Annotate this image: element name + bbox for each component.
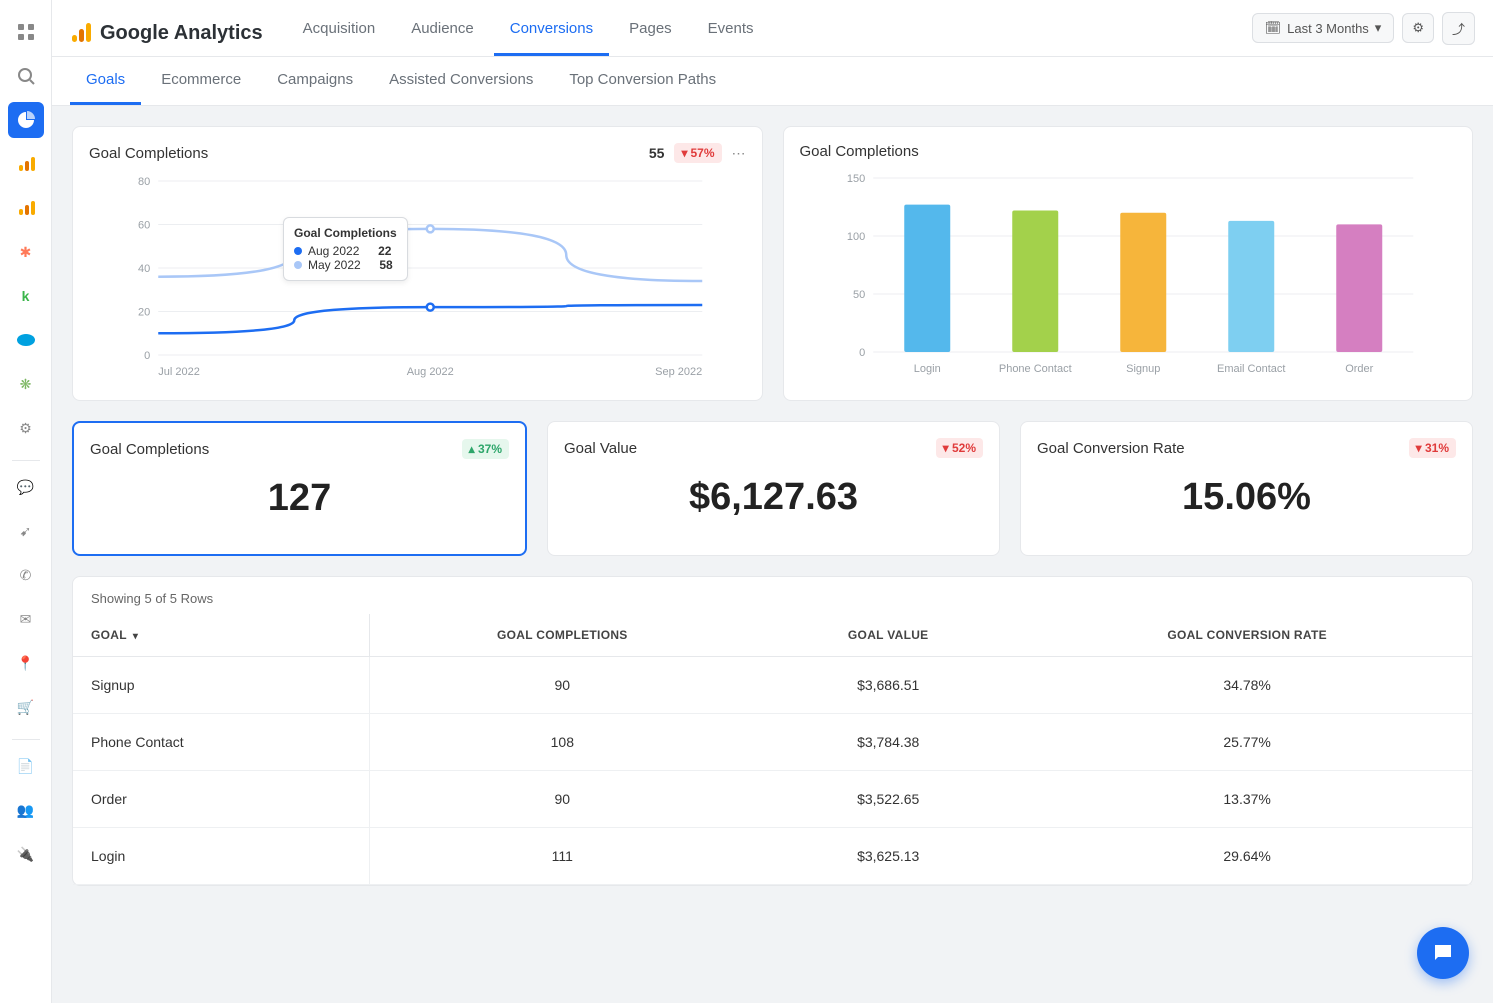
svg-text:Login: Login (913, 363, 940, 375)
brand-title: Google Analytics (100, 22, 263, 45)
table-row[interactable]: Signup90$3,686.5134.78% (73, 657, 1472, 714)
svg-text:100: 100 (846, 231, 864, 243)
svg-text:50: 50 (853, 289, 865, 301)
table-row[interactable]: Order90$3,522.6513.37% (73, 771, 1472, 828)
topbar: Google Analytics Acquisition Audience Co… (52, 0, 1493, 57)
bar-chart-card: Goal Completions 0 50 100 150 Login Phone Con… (783, 126, 1474, 401)
svg-text:0: 0 (859, 347, 865, 359)
bar-chart-title: Goal Completions (800, 143, 919, 160)
kpi-value: 127 (90, 477, 509, 520)
sidebar-divider (12, 460, 40, 461)
tab-pages[interactable]: Pages (613, 10, 688, 56)
svg-text:40: 40 (138, 263, 150, 275)
settings-gear-icon[interactable]: ⚙ (8, 410, 44, 446)
goals-table-card: Showing 5 of 5 Rows GOALGOAL COMPLETIONS… (72, 576, 1473, 886)
line-chart-title: Goal Completions (89, 145, 208, 162)
kpi-card-1[interactable]: Goal Value ▾ 52% $6,127.63 (547, 421, 1000, 556)
subtab-goals[interactable]: Goals (70, 57, 141, 105)
table-row[interactable]: Login111$3,625.1329.64% (73, 828, 1472, 885)
pin-icon[interactable]: 📍 (8, 645, 44, 681)
settings-sliders-button[interactable]: ⚙ (1402, 13, 1434, 43)
svg-text:Jul 2022: Jul 2022 (158, 366, 200, 378)
svg-text:80: 80 (138, 176, 150, 188)
goals-table: GOALGOAL COMPLETIONSGOAL VALUEGOAL CONVE… (73, 614, 1472, 885)
kpi-title: Goal Value (564, 440, 637, 457)
tab-events[interactable]: Events (692, 10, 770, 56)
chart-tooltip: Goal Completions Aug 2022 22 May 2022 58 (283, 217, 408, 281)
help-chat-button[interactable] (1417, 927, 1469, 979)
tab-conversions[interactable]: Conversions (494, 10, 609, 56)
svg-text:20: 20 (138, 307, 150, 319)
cart-icon[interactable]: 🛒 (8, 689, 44, 725)
kpi-delta-badge: ▾ 52% (936, 438, 983, 458)
compass-icon[interactable]: ➹ (8, 513, 44, 549)
kpi-title: Goal Completions (90, 441, 209, 458)
svg-text:Signup: Signup (1126, 363, 1160, 375)
share-button[interactable]: ⤴ (1442, 12, 1475, 45)
left-sidebar: ✱ k ❋ ⚙ 💬 ➹ ✆ ✉ 📍 🛒 📄 👥 🔌 (0, 0, 52, 1003)
kpi-card-0[interactable]: Goal Completions ▴ 37% 127 (72, 421, 527, 556)
k-icon[interactable]: k (8, 278, 44, 314)
line-chart-value: 55 (649, 145, 665, 161)
table-header[interactable]: GOAL COMPLETIONS (370, 614, 754, 657)
svg-text:Sep 2022: Sep 2022 (655, 366, 702, 378)
salesforce-icon[interactable] (8, 322, 44, 358)
apps-icon[interactable] (8, 14, 44, 50)
sprout-icon[interactable]: ❋ (8, 366, 44, 402)
hubspot-icon[interactable]: ✱ (8, 234, 44, 270)
phone-icon[interactable]: ✆ (8, 557, 44, 593)
subtab-campaigns[interactable]: Campaigns (261, 57, 369, 105)
tab-acquisition[interactable]: Acquisition (287, 10, 392, 56)
sidebar-divider (12, 739, 40, 740)
date-range-label: Last 3 Months (1287, 21, 1369, 36)
kpi-value: 15.06% (1037, 476, 1456, 519)
svg-text:Email Contact: Email Contact (1217, 363, 1285, 375)
table-info: Showing 5 of 5 Rows (73, 577, 1472, 614)
kpi-delta-badge: ▾ 31% (1409, 438, 1456, 458)
svg-text:Order: Order (1345, 363, 1373, 375)
subtabs: Goals Ecommerce Campaigns Assisted Conve… (52, 57, 1493, 106)
bar-chart[interactable]: 0 50 100 150 Login Phone Contact Signup Email C… (800, 168, 1457, 378)
svg-text:150: 150 (846, 173, 864, 185)
subtab-paths[interactable]: Top Conversion Paths (553, 57, 732, 105)
chat-bubble-icon (1431, 941, 1455, 965)
ga-icon-1[interactable] (8, 146, 44, 182)
file-icon[interactable]: 📄 (8, 748, 44, 784)
svg-text:Aug 2022: Aug 2022 (407, 366, 454, 378)
kpi-value: $6,127.63 (564, 476, 983, 519)
calendar-icon: 🗓 (1265, 20, 1282, 36)
kpi-title: Goal Conversion Rate (1037, 440, 1185, 457)
subtab-assisted[interactable]: Assisted Conversions (373, 57, 549, 105)
more-menu-icon[interactable]: ⋯ (732, 145, 746, 162)
svg-text:0: 0 (144, 350, 150, 362)
dashboard-pie-icon[interactable] (8, 102, 44, 138)
top-tabs: Acquisition Audience Conversions Pages E… (287, 10, 1252, 56)
ga-icon-2[interactable] (8, 190, 44, 226)
search-icon[interactable] (8, 58, 44, 94)
sliders-icon: ⚙ (1412, 20, 1424, 36)
mail-icon[interactable]: ✉ (8, 601, 44, 637)
kpi-delta-badge: ▴ 37% (462, 439, 509, 459)
table-header[interactable]: GOAL (73, 614, 370, 657)
line-chart-delta-badge: ▾ 57% (674, 143, 721, 163)
table-row[interactable]: Phone Contact108$3,784.3825.77% (73, 714, 1472, 771)
subtab-ecommerce[interactable]: Ecommerce (145, 57, 257, 105)
svg-text:Phone Contact: Phone Contact (998, 363, 1071, 375)
line-chart[interactable]: 0 20 40 60 80 Jul 2022 Aug 2022 Sep 2022 (89, 171, 746, 381)
tab-audience[interactable]: Audience (395, 10, 490, 56)
svg-text:60: 60 (138, 220, 150, 232)
chat-icon[interactable]: 💬 (8, 469, 44, 505)
ga-logo-icon (70, 22, 92, 44)
table-header[interactable]: GOAL CONVERSION RATE (1022, 614, 1472, 657)
date-range-button[interactable]: 🗓 Last 3 Months ▾ (1252, 13, 1395, 43)
chevron-down-icon: ▾ (1375, 20, 1382, 36)
table-header[interactable]: GOAL VALUE (754, 614, 1022, 657)
plug-icon[interactable]: 🔌 (8, 836, 44, 872)
line-chart-card: Goal Completions 55 ▾ 57% ⋯ 0 20 40 60 80 Jul… (72, 126, 763, 401)
share-icon: ⤴ (1452, 19, 1465, 38)
users-icon[interactable]: 👥 (8, 792, 44, 828)
kpi-card-2[interactable]: Goal Conversion Rate ▾ 31% 15.06% (1020, 421, 1473, 556)
brand: Google Analytics (70, 22, 263, 45)
